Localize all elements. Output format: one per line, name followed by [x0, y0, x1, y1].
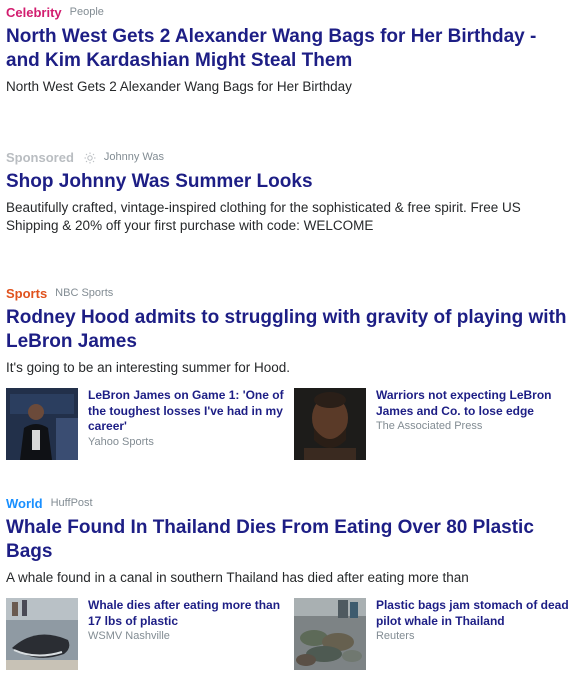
- plastic-bags-pile-photo[interactable]: [293, 598, 366, 670]
- related-story[interactable]: Warriors not expecting LeBron James and …: [293, 388, 570, 460]
- story-sports: Sports NBC Sports Rodney Hood admits to …: [6, 285, 570, 377]
- related-story[interactable]: LeBron James on Game 1: 'One of the toug…: [6, 388, 292, 460]
- related-source: The Associated Press: [375, 420, 483, 432]
- story-meta: Sponsored Johnny Was: [6, 149, 570, 165]
- story-title-link[interactable]: North West Gets 2 Alexander Wang Bags fo…: [6, 25, 570, 73]
- related-story[interactable]: Plastic bags jam stomach of dead pilot w…: [293, 598, 570, 670]
- story-world: World HuffPost Whale Found In Thailand D…: [6, 495, 570, 587]
- source-label: NBC Sports: [55, 287, 114, 299]
- category-link[interactable]: Sports: [6, 286, 47, 301]
- source-label: HuffPost: [50, 497, 93, 509]
- whale-on-shore-photo[interactable]: [6, 598, 78, 670]
- story-title-link[interactable]: Shop Johnny Was Summer Looks: [6, 170, 570, 194]
- sponsor-sun-icon: [84, 151, 96, 164]
- story-summary: Beautifully crafted, vintage-inspired cl…: [6, 200, 521, 233]
- related-story[interactable]: Whale dies after eating more than 17 lbs…: [6, 598, 292, 670]
- source-label: People: [69, 6, 104, 18]
- category-link[interactable]: World: [6, 496, 43, 511]
- story-meta: Celebrity People: [6, 4, 570, 20]
- story-meta: Sports NBC Sports: [6, 285, 570, 301]
- related-title-link[interactable]: LeBron James on Game 1: 'One of the toug…: [88, 388, 292, 435]
- lebron-closeup-photo[interactable]: [293, 388, 366, 460]
- story-summary: It's going to be an interesting summer f…: [6, 360, 290, 375]
- story-title-link[interactable]: Rodney Hood admits to struggling with gr…: [6, 306, 570, 354]
- sponsored-label: Sponsored: [6, 149, 74, 165]
- story-title-link[interactable]: Whale Found In Thailand Dies From Eating…: [6, 516, 570, 564]
- related-source: WSMV Nashville: [88, 630, 170, 642]
- category-link[interactable]: Celebrity: [6, 5, 62, 20]
- related-stories: LeBron James on Game 1: 'One of the toug…: [6, 388, 570, 460]
- related-source: Reuters: [375, 630, 415, 642]
- related-title-link[interactable]: Plastic bags jam stomach of dead pilot w…: [376, 598, 570, 629]
- story-celebrity: Celebrity People North West Gets 2 Alexa…: [6, 4, 570, 96]
- lebron-podium-photo[interactable]: [6, 388, 78, 460]
- story-sponsored: Sponsored Johnny Was Shop Johnny Was Sum…: [6, 149, 570, 235]
- related-stories: Whale dies after eating more than 17 lbs…: [6, 598, 570, 670]
- story-meta: World HuffPost: [6, 495, 570, 511]
- related-title-link[interactable]: Whale dies after eating more than 17 lbs…: [88, 598, 292, 629]
- story-summary: A whale found in a canal in southern Tha…: [6, 570, 469, 585]
- story-summary: North West Gets 2 Alexander Wang Bags fo…: [6, 79, 352, 94]
- sponsor-name: Johnny Was: [103, 151, 165, 163]
- related-source: Yahoo Sports: [88, 435, 154, 448]
- related-title-link[interactable]: Warriors not expecting LeBron James and …: [376, 388, 570, 419]
